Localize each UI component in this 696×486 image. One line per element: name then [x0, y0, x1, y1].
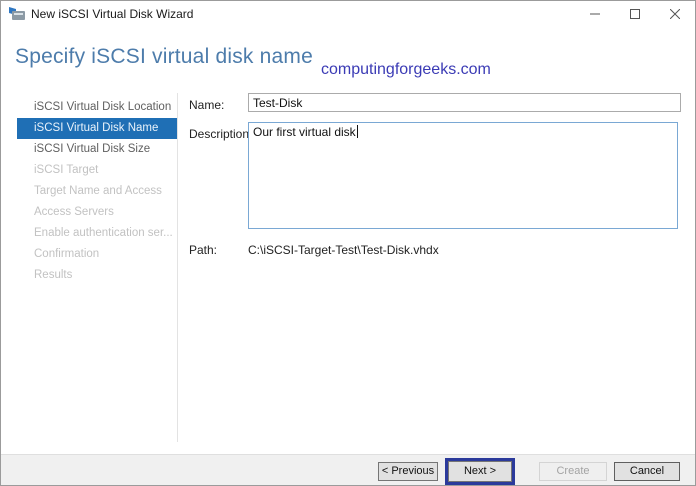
path-label: Path:: [189, 243, 218, 257]
sidebar-item-target-name-access: Target Name and Access: [34, 185, 162, 197]
minimize-icon[interactable]: [575, 1, 615, 27]
previous-button[interactable]: < Previous: [378, 462, 438, 481]
create-button: Create: [539, 462, 607, 481]
description-text: Our first virtual disk: [253, 125, 356, 139]
window-title: New iSCSI Virtual Disk Wizard: [31, 7, 194, 21]
sidebar-item-disk-size[interactable]: iSCSI Virtual Disk Size: [17, 139, 177, 160]
cancel-button[interactable]: Cancel: [614, 462, 680, 481]
next-button-focus-ring: Next >: [445, 458, 515, 485]
sidebar-item-enable-authentication: Enable authentication ser...: [34, 227, 173, 239]
name-label: Name:: [189, 98, 225, 112]
sidebar-item-access-servers: Access Servers: [34, 206, 114, 218]
text-caret-icon: [356, 125, 358, 138]
window-controls: [575, 1, 695, 27]
sidebar-item-results: Results: [34, 269, 73, 281]
next-button[interactable]: Next >: [448, 461, 512, 482]
titlebar: New iSCSI Virtual Disk Wizard: [1, 1, 695, 27]
description-textarea[interactable]: Our first virtual disk: [248, 122, 678, 229]
description-label: Description:: [189, 127, 253, 141]
close-icon[interactable]: [655, 1, 695, 27]
sidebar-item-iscsi-target: iSCSI Target: [34, 164, 99, 176]
maximize-icon[interactable]: [615, 1, 655, 27]
wizard-steps-sidebar: iSCSI Virtual Disk Location iSCSI Virtua…: [17, 97, 177, 286]
iscsi-wizard-icon: [9, 7, 25, 21]
sidebar-divider: [177, 93, 178, 442]
watermark-text: computingforgeeks.com: [321, 61, 491, 78]
wizard-window: New iSCSI Virtual Disk Wizard Specify iS…: [0, 0, 696, 486]
sidebar-item-confirmation: Confirmation: [34, 248, 100, 260]
page-title: Specify iSCSI virtual disk name: [15, 45, 313, 68]
sidebar-item-disk-name[interactable]: iSCSI Virtual Disk Name: [17, 118, 177, 139]
name-input[interactable]: [248, 93, 681, 112]
path-value: C:\iSCSI-Target-Test\Test-Disk.vhdx: [248, 243, 439, 257]
sidebar-item-disk-location[interactable]: iSCSI Virtual Disk Location: [17, 97, 177, 118]
